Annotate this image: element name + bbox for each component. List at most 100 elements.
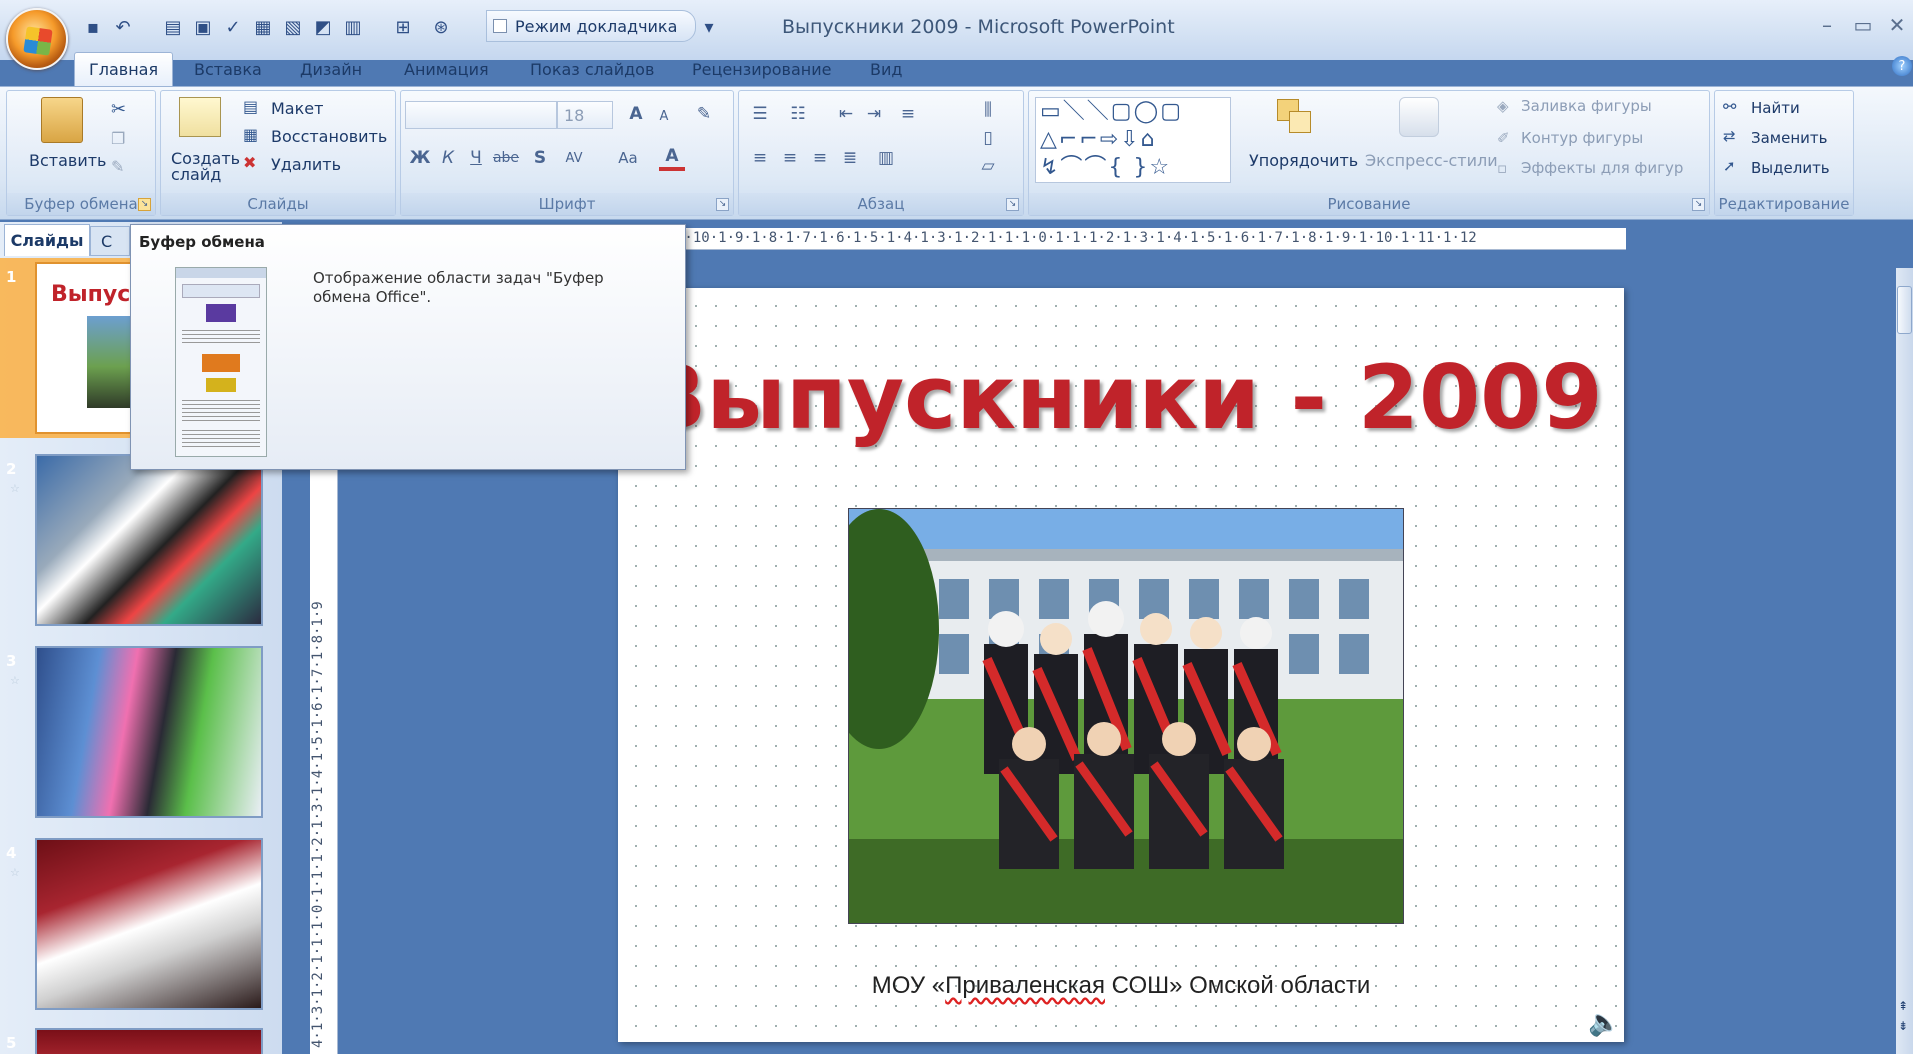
- copy-icon[interactable]: ❐: [111, 129, 125, 148]
- font-size-combo[interactable]: 18: [557, 101, 613, 129]
- customize-qa-icon[interactable]: ▾: [696, 14, 722, 40]
- grow-font-button[interactable]: A: [623, 101, 649, 127]
- delete-slide-icon[interactable]: ✖: [243, 153, 256, 172]
- slide-thumbnail-2[interactable]: [35, 454, 263, 626]
- tab-slide-show[interactable]: Показ слайдов: [516, 52, 668, 86]
- char-spacing-button[interactable]: AV: [557, 145, 591, 171]
- picture-icon[interactable]: ▧: [280, 14, 306, 40]
- bullets-icon[interactable]: ☰: [747, 101, 773, 127]
- tab-outline[interactable]: С: [90, 226, 130, 256]
- binoculars-icon[interactable]: ⚯: [1723, 97, 1736, 116]
- slide-title[interactable]: Выпускники - 2009: [618, 346, 1624, 449]
- arrange-icon[interactable]: [1275, 97, 1315, 137]
- close-icon[interactable]: ✕: [1882, 12, 1912, 38]
- font-name-combo[interactable]: [405, 101, 557, 129]
- bold-button[interactable]: Ж: [407, 145, 433, 171]
- new-slide-button[interactable]: Создать слайд: [171, 151, 241, 183]
- select-button[interactable]: Выделить: [1751, 159, 1830, 177]
- paragraph-launcher-icon[interactable]: ↘: [1006, 198, 1019, 211]
- decrease-indent-icon[interactable]: ⇤: [833, 101, 859, 127]
- save-icon[interactable]: ▪: [80, 14, 106, 40]
- tab-home[interactable]: Главная: [74, 52, 174, 86]
- delete-slide-button[interactable]: Удалить: [271, 155, 341, 174]
- scrollbar-thumb[interactable]: [1897, 286, 1912, 334]
- shape-outline-icon[interactable]: ✐: [1497, 129, 1510, 147]
- increase-indent-icon[interactable]: ⇥: [861, 101, 887, 127]
- shapes-qa-icon[interactable]: ◩: [310, 14, 336, 40]
- slide-thumbnail-5[interactable]: [35, 1028, 263, 1054]
- print-preview-icon[interactable]: ▣: [190, 14, 216, 40]
- tab-view[interactable]: Вид: [856, 52, 916, 86]
- reset-button[interactable]: Восстановить: [271, 127, 387, 146]
- smartart-icon[interactable]: ▱: [975, 153, 1001, 179]
- justify-icon[interactable]: ≣: [837, 145, 863, 171]
- sound-icon[interactable]: 🔈: [1588, 1008, 1620, 1038]
- find-button[interactable]: Найти: [1751, 99, 1800, 117]
- vertical-scrollbar[interactable]: [1896, 268, 1913, 1054]
- slide-caption[interactable]: МОУ «Приваленская СОШ» Омской области: [618, 972, 1624, 1000]
- paste-button[interactable]: Вставить: [29, 151, 106, 170]
- shadow-button[interactable]: S: [527, 145, 553, 171]
- quick-styles-icon[interactable]: [1399, 97, 1439, 137]
- arrange-button[interactable]: Упорядочить: [1249, 151, 1358, 170]
- numbering-icon[interactable]: ☷: [785, 101, 811, 127]
- spelling-icon[interactable]: ✓: [220, 14, 246, 40]
- select-icon[interactable]: ➚: [1723, 157, 1736, 175]
- help-icon[interactable]: ?: [1892, 56, 1912, 76]
- align-text-icon[interactable]: ▯: [975, 125, 1001, 151]
- office-button[interactable]: [6, 8, 68, 70]
- undo-icon[interactable]: ↶: [110, 14, 136, 40]
- cut-icon[interactable]: ✂: [111, 99, 126, 120]
- slide-show-icon[interactable]: ▦: [250, 14, 276, 40]
- align-left-icon[interactable]: ≡: [747, 145, 773, 171]
- layout-button[interactable]: Макет: [271, 99, 323, 118]
- align-right-icon[interactable]: ≡: [807, 145, 833, 171]
- text-direction-icon[interactable]: ⫼: [975, 97, 1001, 123]
- underline-button[interactable]: Ч: [463, 145, 489, 171]
- quick-styles-button[interactable]: Экспресс-стили: [1365, 151, 1498, 170]
- font-launcher-icon[interactable]: ↘: [716, 198, 729, 211]
- reset-icon[interactable]: ▦: [243, 125, 258, 144]
- paste-icon[interactable]: [41, 97, 83, 143]
- replace-button[interactable]: Заменить: [1751, 129, 1828, 147]
- replace-icon[interactable]: ⇄: [1723, 127, 1736, 145]
- restore-icon[interactable]: ▭: [1848, 12, 1878, 38]
- speaker-mode-checkbox[interactable]: Режим докладчика: [486, 10, 696, 42]
- clipboard-launcher-icon[interactable]: ↘: [138, 198, 151, 211]
- shapes-gallery[interactable]: ▭＼＼▢◯▢ △⌐⌐⇨⇩⌂ ↯⌒⌒{ }☆: [1035, 97, 1231, 183]
- shape-effects-button[interactable]: Эффекты для фигур: [1521, 159, 1683, 177]
- new-slide-icon[interactable]: [179, 97, 221, 137]
- tab-design[interactable]: Дизайн: [286, 52, 376, 86]
- slide-thumbnail-3[interactable]: [35, 646, 263, 818]
- align-center-icon[interactable]: ≡: [777, 145, 803, 171]
- drawing-launcher-icon[interactable]: ↘: [1692, 198, 1705, 211]
- shape-fill-button[interactable]: Заливка фигуры: [1521, 97, 1652, 115]
- shape-effects-icon[interactable]: ▫: [1497, 159, 1507, 177]
- org-chart-icon[interactable]: ⊞: [390, 14, 416, 40]
- tab-animation[interactable]: Анимация: [390, 52, 503, 86]
- tab-insert[interactable]: Вставка: [180, 52, 276, 86]
- shape-fill-icon[interactable]: ◈: [1497, 97, 1509, 115]
- slide-canvas[interactable]: Выпускники - 2009 МОУ «Приваленская СОШ»…: [618, 288, 1624, 1042]
- layout-icon[interactable]: ▤: [243, 97, 258, 116]
- shape-outline-button[interactable]: Контур фигуры: [1521, 129, 1643, 147]
- italic-button[interactable]: К: [435, 145, 461, 171]
- clear-format-icon[interactable]: ✎: [691, 101, 717, 127]
- table-icon[interactable]: ▥: [340, 14, 366, 40]
- change-case-button[interactable]: Aa: [611, 145, 645, 171]
- line-spacing-icon[interactable]: ≡: [895, 101, 921, 127]
- layout-qa-icon[interactable]: ▤: [160, 14, 186, 40]
- tab-slides[interactable]: Слайды: [4, 224, 90, 256]
- next-slide-icon[interactable]: ⇟: [1898, 1020, 1908, 1032]
- prev-slide-icon[interactable]: ⇞: [1898, 1000, 1908, 1012]
- font-color-button[interactable]: A: [659, 145, 685, 171]
- slide-thumbnail-4[interactable]: [35, 838, 263, 1010]
- strikethrough-button[interactable]: abe: [493, 145, 519, 171]
- graduates-photo[interactable]: [848, 508, 1404, 924]
- format-painter-icon[interactable]: ✎: [111, 157, 124, 176]
- columns-icon[interactable]: ▥: [873, 145, 899, 171]
- shrink-font-button[interactable]: A: [651, 103, 677, 129]
- minimize-icon[interactable]: –: [1812, 12, 1842, 38]
- tab-review[interactable]: Рецензирование: [678, 52, 845, 86]
- chart-icon[interactable]: ⊛: [428, 14, 454, 40]
